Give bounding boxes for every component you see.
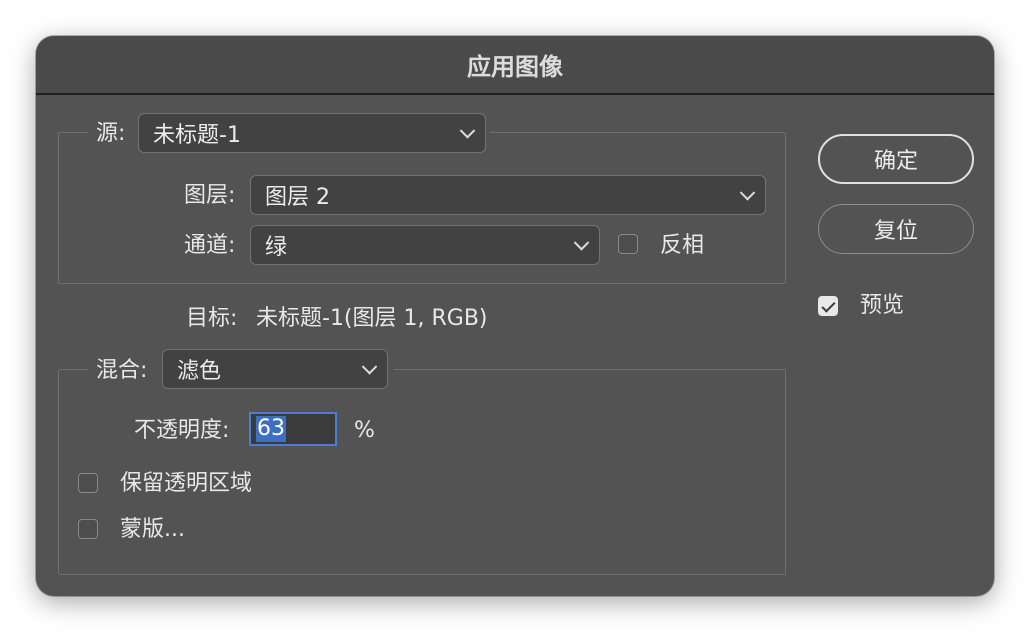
preview-label: 预览 <box>860 293 905 318</box>
chevron-down-icon <box>739 185 756 201</box>
chevron-down-icon <box>361 359 378 375</box>
blend-mode-value: 滤色 <box>177 359 222 384</box>
chevron-down-icon <box>573 235 590 251</box>
mask-checkbox[interactable] <box>78 519 98 539</box>
blend-mode-select[interactable]: 滤色 <box>162 349 388 389</box>
preserve-transparency-label: 保留透明区域 <box>120 471 253 496</box>
dialog-title: 应用图像 <box>36 36 994 95</box>
target-label: 目标: <box>186 306 238 331</box>
channel-select[interactable]: 绿 <box>250 225 600 265</box>
reset-button[interactable]: 复位 <box>818 204 974 254</box>
opacity-unit: % <box>354 418 375 443</box>
opacity-value: 63 <box>256 416 286 442</box>
apply-image-dialog: 应用图像 源: 未标题-1 图层: 图层 2 通道: 绿 反相 目标: 未标题-… <box>36 36 994 596</box>
target-value: 未标题-1(图层 1, RGB) <box>256 306 488 331</box>
channel-label: 通道: <box>184 233 236 258</box>
opacity-input[interactable]: 63 <box>249 412 337 446</box>
mask-label: 蒙版... <box>120 517 185 542</box>
source-select[interactable]: 未标题-1 <box>138 113 486 153</box>
ok-button[interactable]: 确定 <box>818 134 974 184</box>
layer-value: 图层 2 <box>265 185 330 210</box>
layer-label: 图层: <box>184 183 236 208</box>
chevron-down-icon <box>459 123 476 139</box>
channel-value: 绿 <box>265 235 288 260</box>
source-value: 未标题-1 <box>153 123 241 148</box>
preserve-transparency-checkbox[interactable] <box>78 473 98 493</box>
source-label: 源: <box>96 121 126 146</box>
layer-select[interactable]: 图层 2 <box>250 175 766 215</box>
invert-checkbox[interactable] <box>618 234 638 254</box>
invert-label: 反相 <box>660 233 705 258</box>
preview-checkbox[interactable] <box>818 296 838 316</box>
blend-label: 混合: <box>96 358 148 383</box>
opacity-label: 不透明度: <box>134 418 230 443</box>
